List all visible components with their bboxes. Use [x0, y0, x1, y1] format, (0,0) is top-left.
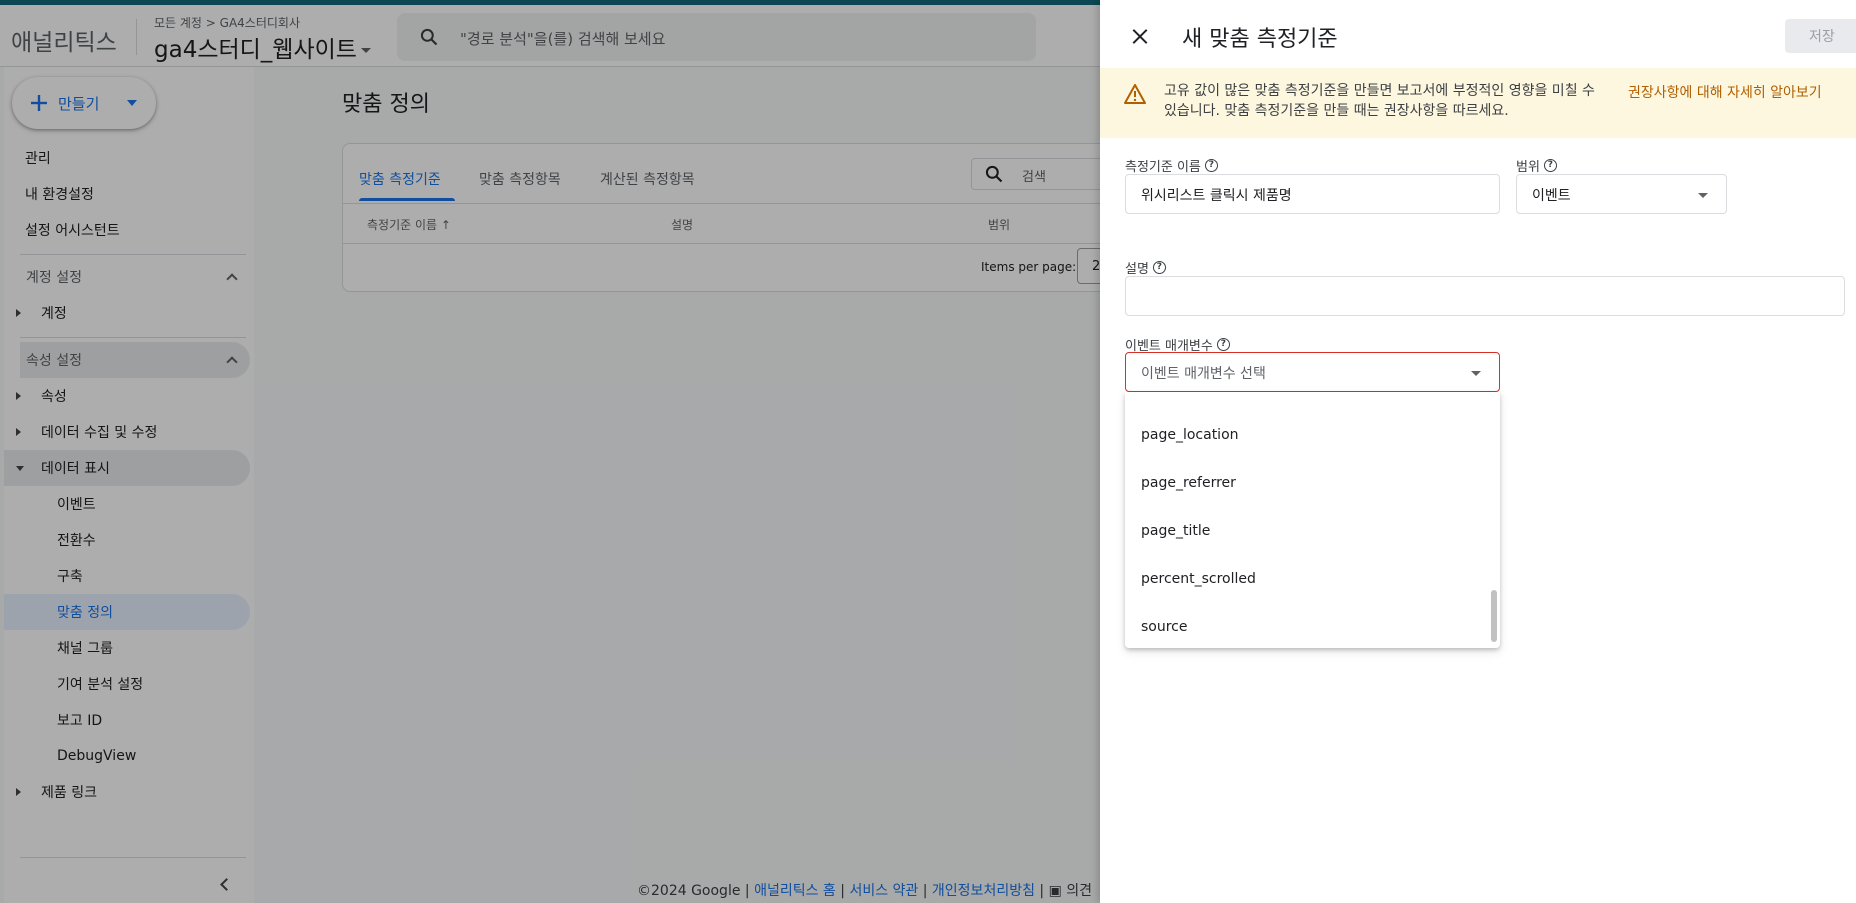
menu-option-percent-scrolled[interactable]: percent_scrolled	[1125, 555, 1493, 603]
menu-scrollbar[interactable]	[1491, 590, 1497, 642]
input-value: 위시리스트 클릭시 제품명	[1141, 188, 1292, 204]
menu-option-page-location[interactable]: page_location	[1125, 411, 1493, 459]
save-button[interactable]: 저장	[1785, 19, 1856, 53]
label-text: 범위	[1516, 160, 1540, 175]
caret-down-icon	[1471, 371, 1481, 376]
drawer-header: 새 맞춤 측정기준 저장	[1100, 0, 1856, 68]
warning-text: 고유 값이 많은 맞춤 측정기준을 만들면 보고서에 부정적인 영향을 미칠 수…	[1164, 83, 1595, 119]
event-parameter-dropdown-menu: page_location page_referrer page_title p…	[1125, 392, 1500, 648]
description-field-label: 설명 ?	[1125, 258, 1166, 277]
help-icon[interactable]: ?	[1543, 159, 1557, 172]
label-text: 설명	[1125, 262, 1149, 277]
dimension-name-input[interactable]: 위시리스트 클릭시 제품명	[1125, 174, 1500, 214]
label-text: 측정기준 이름	[1125, 160, 1201, 175]
warning-banner: 고유 값이 많은 맞춤 측정기준을 만들면 보고서에 부정적인 영향을 미칠 수…	[1100, 68, 1856, 138]
help-icon[interactable]: ?	[1216, 338, 1230, 351]
new-custom-dimension-drawer: 새 맞춤 측정기준 저장 고유 값이 많은 맞춤 측정기준을 만들면 보고서에 …	[1100, 0, 1856, 903]
menu-option-page-title[interactable]: page_title	[1125, 507, 1493, 555]
menu-option-page-referrer[interactable]: page_referrer	[1125, 459, 1493, 507]
scope-field-label: 범위 ?	[1516, 156, 1557, 175]
warning-icon	[1124, 84, 1146, 104]
select-value: 이벤트	[1532, 188, 1571, 204]
name-field-label: 측정기준 이름 ?	[1125, 156, 1218, 175]
description-input[interactable]	[1125, 276, 1845, 316]
event-parameter-select[interactable]: 이벤트 매개변수 선택	[1125, 352, 1500, 392]
help-icon[interactable]: ?	[1152, 261, 1166, 274]
help-icon[interactable]: ?	[1204, 159, 1218, 172]
scope-select[interactable]: 이벤트	[1516, 174, 1727, 214]
best-practices-link[interactable]: 권장사항에 대해 자세히 알아보기	[1628, 82, 1822, 102]
caret-down-icon	[1698, 193, 1708, 198]
menu-option-source[interactable]: source	[1125, 603, 1493, 648]
select-placeholder: 이벤트 매개변수 선택	[1141, 366, 1266, 382]
drawer-title: 새 맞춤 측정기준	[1182, 27, 1338, 52]
close-icon[interactable]	[1132, 28, 1148, 44]
